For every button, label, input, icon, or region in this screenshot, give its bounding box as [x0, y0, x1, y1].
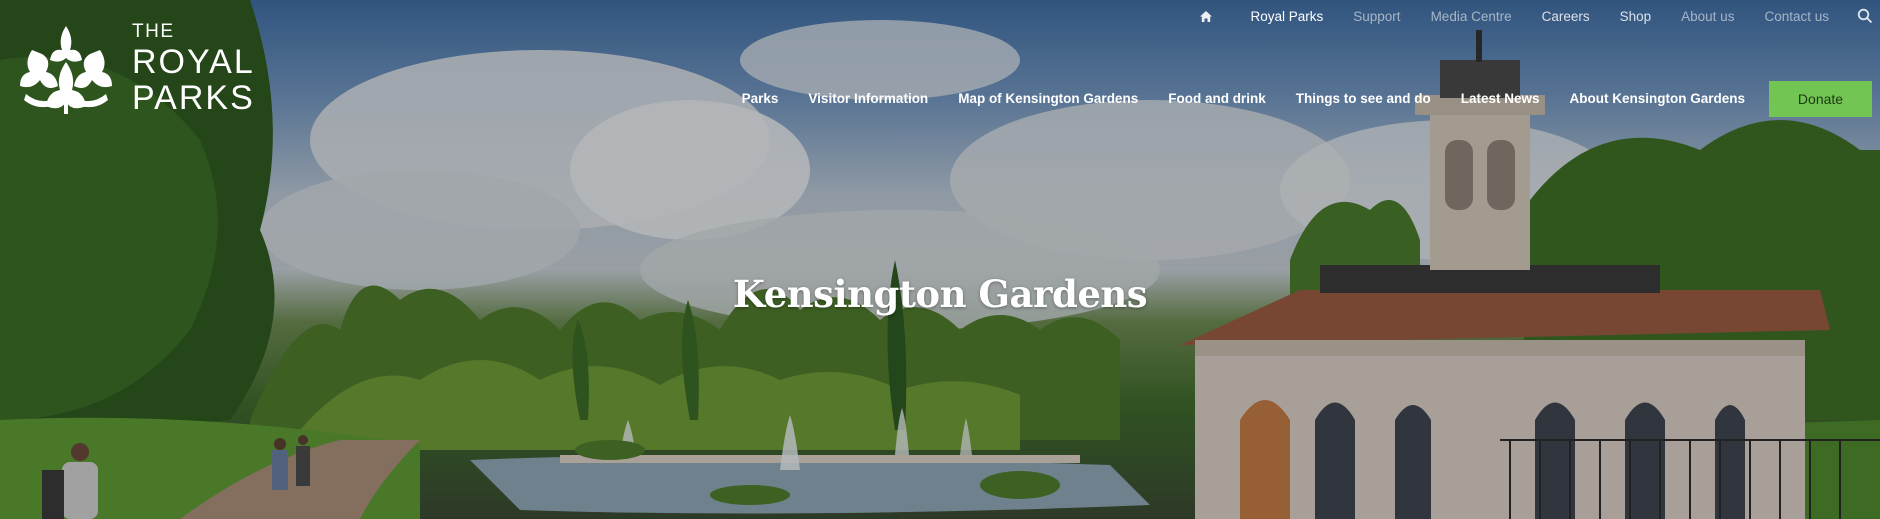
utility-link-shop[interactable]: Shop [1620, 9, 1652, 24]
utility-link-careers[interactable]: Careers [1542, 9, 1590, 24]
royal-parks-logo[interactable]: THE ROYAL PARKS [12, 20, 255, 116]
search-icon[interactable] [1850, 6, 1880, 26]
nav-item-about[interactable]: About Kensington Gardens [1570, 91, 1746, 106]
page-title: Kensington Gardens [732, 272, 1148, 316]
logo-wordmark: THE ROYAL PARKS [132, 22, 255, 115]
nav-item-food-and-drink[interactable]: Food and drink [1168, 91, 1266, 106]
logo-word-royal: ROYAL [132, 42, 255, 81]
utility-nav: Royal Parks Support Media Centre Careers… [1191, 6, 1880, 26]
nav-item-map[interactable]: Map of Kensington Gardens [958, 91, 1138, 106]
utility-link-about-us[interactable]: About us [1681, 9, 1734, 24]
main-nav: Parks Visitor Information Map of Kensing… [712, 82, 1745, 114]
logo-word-the: THE [132, 20, 175, 42]
nav-item-things-to-see[interactable]: Things to see and do [1296, 91, 1431, 106]
nav-item-visitor-information[interactable]: Visitor Information [808, 91, 928, 106]
donate-button[interactable]: Donate [1769, 81, 1872, 117]
nav-item-latest-news[interactable]: Latest News [1461, 91, 1540, 106]
utility-link-media-centre[interactable]: Media Centre [1431, 9, 1512, 24]
utility-link-royal-parks[interactable]: Royal Parks [1250, 9, 1323, 24]
utility-link-contact-us[interactable]: Contact us [1764, 9, 1829, 24]
utility-link-support[interactable]: Support [1353, 9, 1400, 24]
nav-item-parks[interactable]: Parks [742, 91, 779, 106]
hero-banner: THE ROYAL PARKS Royal Parks Support Medi… [0, 0, 1880, 519]
home-icon[interactable] [1191, 6, 1221, 26]
hero-dark-overlay [0, 0, 1880, 519]
royal-parks-crest-icon [20, 26, 112, 114]
logo-word-parks: PARKS [132, 78, 255, 117]
